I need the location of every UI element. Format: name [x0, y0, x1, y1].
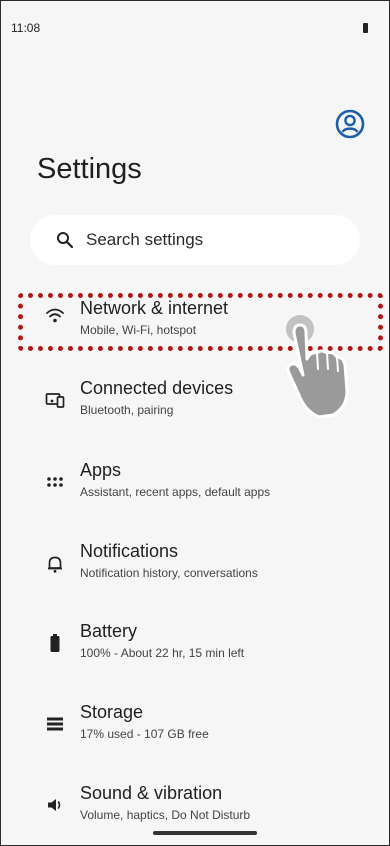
item-title: Notifications [80, 541, 179, 561]
tap-hand-icon [286, 315, 349, 419]
phone-screen: 11:08 Settings Search settings Network &… [0, 0, 390, 846]
apps-grid-icon [47, 477, 63, 487]
item-subtitle: Assistant, recent apps, default apps [80, 485, 271, 499]
status-time: 11:08 [11, 21, 41, 35]
bell-icon [48, 556, 62, 573]
search-placeholder: Search settings [86, 230, 204, 249]
item-subtitle: 100% - About 22 hr, 15 min left [80, 646, 245, 660]
speaker-icon [48, 799, 61, 811]
status-bar: 11:08 [1, 1, 389, 41]
settings-item-apps[interactable]: Apps Assistant, recent apps, default app… [1, 448, 389, 518]
item-title: Battery [80, 621, 138, 641]
battery-status-icon [363, 23, 368, 33]
storage-icon [47, 717, 63, 731]
item-title: Sound & vibration [80, 783, 223, 803]
battery-icon [50, 634, 60, 652]
page-title: Settings [37, 153, 142, 185]
search-icon [57, 232, 74, 249]
item-subtitle: 17% used - 107 GB free [80, 727, 209, 741]
item-title: Connected devices [80, 378, 234, 398]
item-title: Apps [80, 460, 122, 480]
home-indicator[interactable] [153, 831, 257, 835]
item-title: Storage [80, 702, 144, 722]
settings-item-storage[interactable]: Storage 17% used - 107 GB free [1, 690, 389, 760]
settings-item-notifications[interactable]: Notifications Notification history, conv… [1, 529, 389, 599]
item-subtitle: Bluetooth, pairing [80, 403, 174, 417]
search-bar[interactable]: Search settings [30, 215, 360, 265]
item-subtitle: Volume, haptics, Do Not Disturb [80, 808, 251, 822]
account-icon[interactable] [335, 109, 365, 139]
item-subtitle: Notification history, conversations [80, 566, 258, 580]
settings-item-battery[interactable]: Battery 100% - About 22 hr, 15 min left [1, 609, 389, 679]
connected-devices-icon [45, 393, 65, 408]
